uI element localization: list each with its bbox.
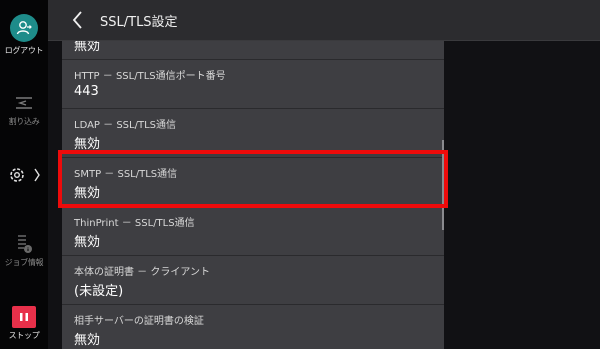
interrupt-label: 割り込み	[8, 117, 40, 126]
list-item-value: (未設定)	[74, 284, 124, 299]
list-item-label: 本体の証明書 － クライアント	[74, 267, 210, 278]
stop-label: ストップ	[8, 331, 40, 340]
gear-icon	[9, 168, 24, 182]
list-item-value: 無効	[74, 137, 101, 152]
page-title: SSL/TLS設定	[100, 15, 178, 30]
list-item-value: 443	[74, 84, 99, 99]
chevron-right-icon	[33, 168, 40, 182]
list-item-value: 無効	[74, 235, 101, 250]
job-info-label: ジョブ情報	[4, 258, 44, 267]
chevron-left-icon	[72, 11, 82, 29]
settings-button[interactable]	[0, 160, 48, 190]
list-item-device-certificate[interactable]: 本体の証明書 － クライアント (未設定)	[62, 256, 444, 305]
list-item-value: 無効	[74, 41, 101, 54]
sidebar: ログアウト 割り込み ジョブ情報 ストップ	[0, 0, 48, 349]
list-item-label: ThinPrint － SSL/TLS通信	[74, 218, 195, 229]
stop-button[interactable]: ストップ	[0, 306, 48, 341]
list-item-value: 無効	[74, 333, 101, 348]
list-item-server-certificate-verification[interactable]: 相手サーバーの証明書の検証 無効	[62, 305, 444, 349]
list-item-label: SMTP － SSL/TLS通信	[74, 169, 178, 180]
job-info-button[interactable]: ジョブ情報	[0, 233, 48, 268]
list-item-label: LDAP － SSL/TLS通信	[74, 120, 176, 131]
logout-button[interactable]: ログアウト	[0, 14, 48, 56]
settings-list: 無効 HTTP － SSL/TLS通信ポート番号 443 LDAP － SSL/…	[62, 41, 444, 349]
list-item-label: 相手サーバーの証明書の検証	[74, 316, 204, 327]
interrupt-icon	[0, 92, 48, 116]
interrupt-button[interactable]: 割り込み	[0, 92, 48, 127]
list-item-label: HTTP － SSL/TLS通信ポート番号	[74, 71, 226, 82]
user-icon	[10, 14, 38, 42]
list-item-partial[interactable]: 無効	[62, 41, 444, 60]
list-item-ldap[interactable]: LDAP － SSL/TLS通信 無効	[62, 109, 444, 158]
job-info-icon	[0, 233, 48, 257]
list-item-thinprint[interactable]: ThinPrint － SSL/TLS通信 無効	[62, 207, 444, 256]
back-button[interactable]	[66, 6, 90, 34]
stop-icon	[12, 306, 36, 328]
scrollbar[interactable]	[442, 140, 444, 230]
list-item-smtp[interactable]: SMTP － SSL/TLS通信 無効	[62, 158, 444, 207]
header-bar: SSL/TLS設定	[48, 0, 600, 41]
list-item-value: 無効	[74, 186, 101, 201]
logout-label: ログアウト	[4, 46, 44, 55]
list-item-http[interactable]: HTTP － SSL/TLS通信ポート番号 443	[62, 60, 444, 109]
